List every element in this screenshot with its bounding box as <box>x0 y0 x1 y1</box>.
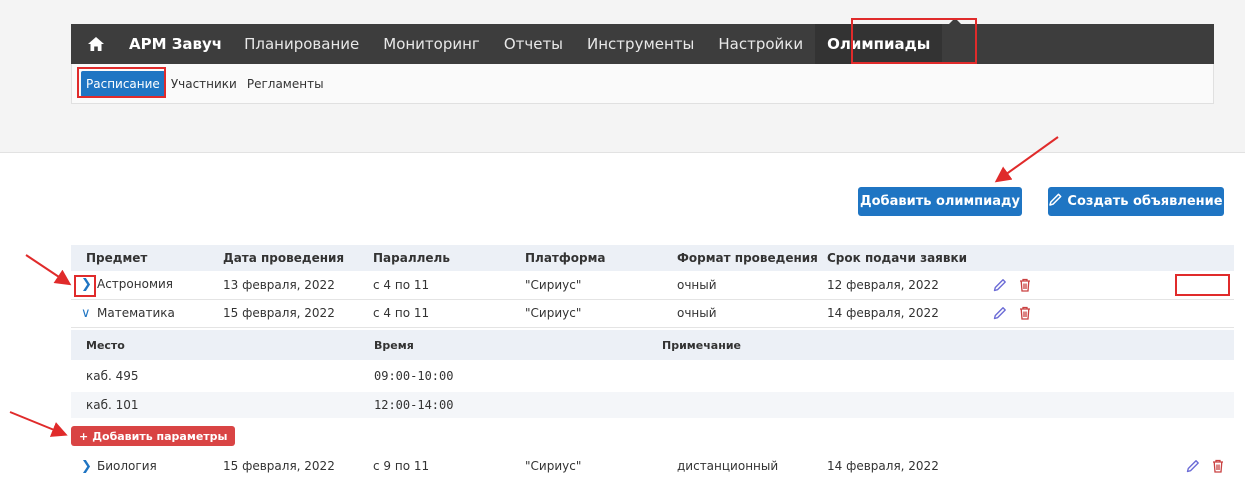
cell-place: каб. 495 <box>86 369 139 383</box>
add-params-label: Добавить параметры <box>92 429 228 443</box>
arrow-to-expand-chevron <box>25 254 72 286</box>
cell-grades: с 9 по 11 <box>373 459 430 473</box>
trash-icon[interactable] <box>1017 305 1033 321</box>
nav-item-reports[interactable]: Отчеты <box>492 24 575 64</box>
tab-participants[interactable]: Участники <box>167 72 241 96</box>
details-subtable: Место Время Примечание каб. 495 09:00-10… <box>71 330 1234 418</box>
tab-regulations[interactable]: Регламенты <box>243 72 328 96</box>
cell-date: 15 февраля, 2022 <box>223 459 335 473</box>
subtable-row: каб. 495 09:00-10:00 <box>71 360 1234 392</box>
cell-note <box>647 360 1234 392</box>
cell-grades: с 4 по 11 <box>373 271 525 300</box>
table-header-row: Предмет Дата проведения Параллель Платфо… <box>71 245 1234 271</box>
plus-icon: + <box>79 429 89 443</box>
edit-icon[interactable] <box>1185 458 1201 474</box>
cell-subject: Биология <box>97 458 157 473</box>
header-actions <box>987 245 1234 271</box>
chevron-down-icon[interactable]: ∨ <box>81 306 97 321</box>
cell-deadline: 14 февраля, 2022 <box>827 299 987 328</box>
sub-navbar: Расписание Участники Регламенты <box>71 64 1214 104</box>
header-grades[interactable]: Параллель <box>373 245 525 271</box>
olympiad-table: Предмет Дата проведения Параллель Платфо… <box>71 245 1234 328</box>
home-icon[interactable] <box>71 24 121 64</box>
subtable-row: каб. 101 12:00-14:00 <box>71 392 1234 418</box>
olympiad-table-continued: ❯ Биология 15 февраля, 2022 с 9 по 11 "Си… <box>71 453 1234 477</box>
nav-item-planning[interactable]: Планирование <box>232 24 371 64</box>
cell-date: 13 февраля, 2022 <box>223 271 373 300</box>
cell-platform: "Сириус" <box>525 271 677 300</box>
subtable-header-row: Место Время Примечание <box>71 330 1234 360</box>
add-params-button[interactable]: + Добавить параметры <box>71 426 236 446</box>
table-row[interactable]: ∨ Математика 15 февраля, 2022 с 4 по 11 "… <box>71 299 1234 328</box>
table-row[interactable]: ❯ Астрономия 13 февраля, 2022 с 4 по 11 "… <box>71 271 1234 300</box>
cell-platform: "Сириус" <box>525 459 582 473</box>
cell-subject: Астрономия <box>97 277 174 292</box>
cell-date: 15 февраля, 2022 <box>223 299 373 328</box>
cell-note <box>647 392 1234 418</box>
subheader-place: Место <box>71 330 359 360</box>
cell-subject: Математика <box>97 305 175 320</box>
nav-item-settings[interactable]: Настройки <box>706 24 815 64</box>
nav-brand[interactable]: АРМ Завуч <box>121 24 232 64</box>
nav-item-monitoring[interactable]: Мониторинг <box>371 24 492 64</box>
row-actions <box>987 299 1234 328</box>
edit-icon[interactable] <box>992 305 1008 321</box>
table-row[interactable]: ❯ Биология 15 февраля, 2022 с 9 по 11 "Си… <box>71 453 1234 477</box>
cell-deadline: 12 февраля, 2022 <box>827 271 987 300</box>
cell-time: 09:00-10:00 <box>374 369 454 383</box>
highlight-schedule-tab <box>77 67 166 98</box>
header-date[interactable]: Дата проведения <box>223 245 373 271</box>
highlight-row-actions <box>1175 274 1230 296</box>
create-announcement-label: Создать объявление <box>1067 194 1223 209</box>
arrow-to-add-params <box>9 411 68 437</box>
trash-icon[interactable] <box>1210 458 1226 474</box>
highlight-expand-chevron <box>74 275 96 297</box>
create-announcement-button[interactable]: Создать объявление <box>1048 187 1224 216</box>
add-olympiad-label: Добавить олимпиаду <box>860 194 1020 209</box>
cell-format: очный <box>677 271 827 300</box>
header-format[interactable]: Формат проведения <box>677 245 827 271</box>
cell-platform: "Сириус" <box>525 299 677 328</box>
cell-deadline: 14 февраля, 2022 <box>827 459 939 473</box>
add-olympiad-button[interactable]: Добавить олимпиаду <box>858 187 1022 216</box>
chevron-right-icon[interactable]: ❯ <box>81 459 97 474</box>
cell-format: дистанционный <box>677 459 779 473</box>
header-subject[interactable]: Предмет <box>71 245 223 271</box>
nav-item-tools[interactable]: Инструменты <box>575 24 706 64</box>
highlight-olympiads-tab <box>851 18 977 64</box>
subheader-time: Время <box>359 330 647 360</box>
subheader-note: Примечание <box>647 330 1234 360</box>
edit-icon[interactable] <box>992 277 1008 293</box>
main-navbar: АРМ Завуч Планирование Мониторинг Отчеты… <box>71 24 1214 64</box>
cell-place: каб. 101 <box>71 392 359 418</box>
cell-format: очный <box>677 299 827 328</box>
header-platform[interactable]: Платформа <box>525 245 677 271</box>
header-deadline[interactable]: Срок подачи заявки <box>827 245 987 271</box>
row-actions <box>987 453 1234 477</box>
pencil-icon <box>1049 193 1062 210</box>
trash-icon[interactable] <box>1017 277 1033 293</box>
cell-grades: с 4 по 11 <box>373 299 525 328</box>
cell-time: 12:00-14:00 <box>359 392 647 418</box>
